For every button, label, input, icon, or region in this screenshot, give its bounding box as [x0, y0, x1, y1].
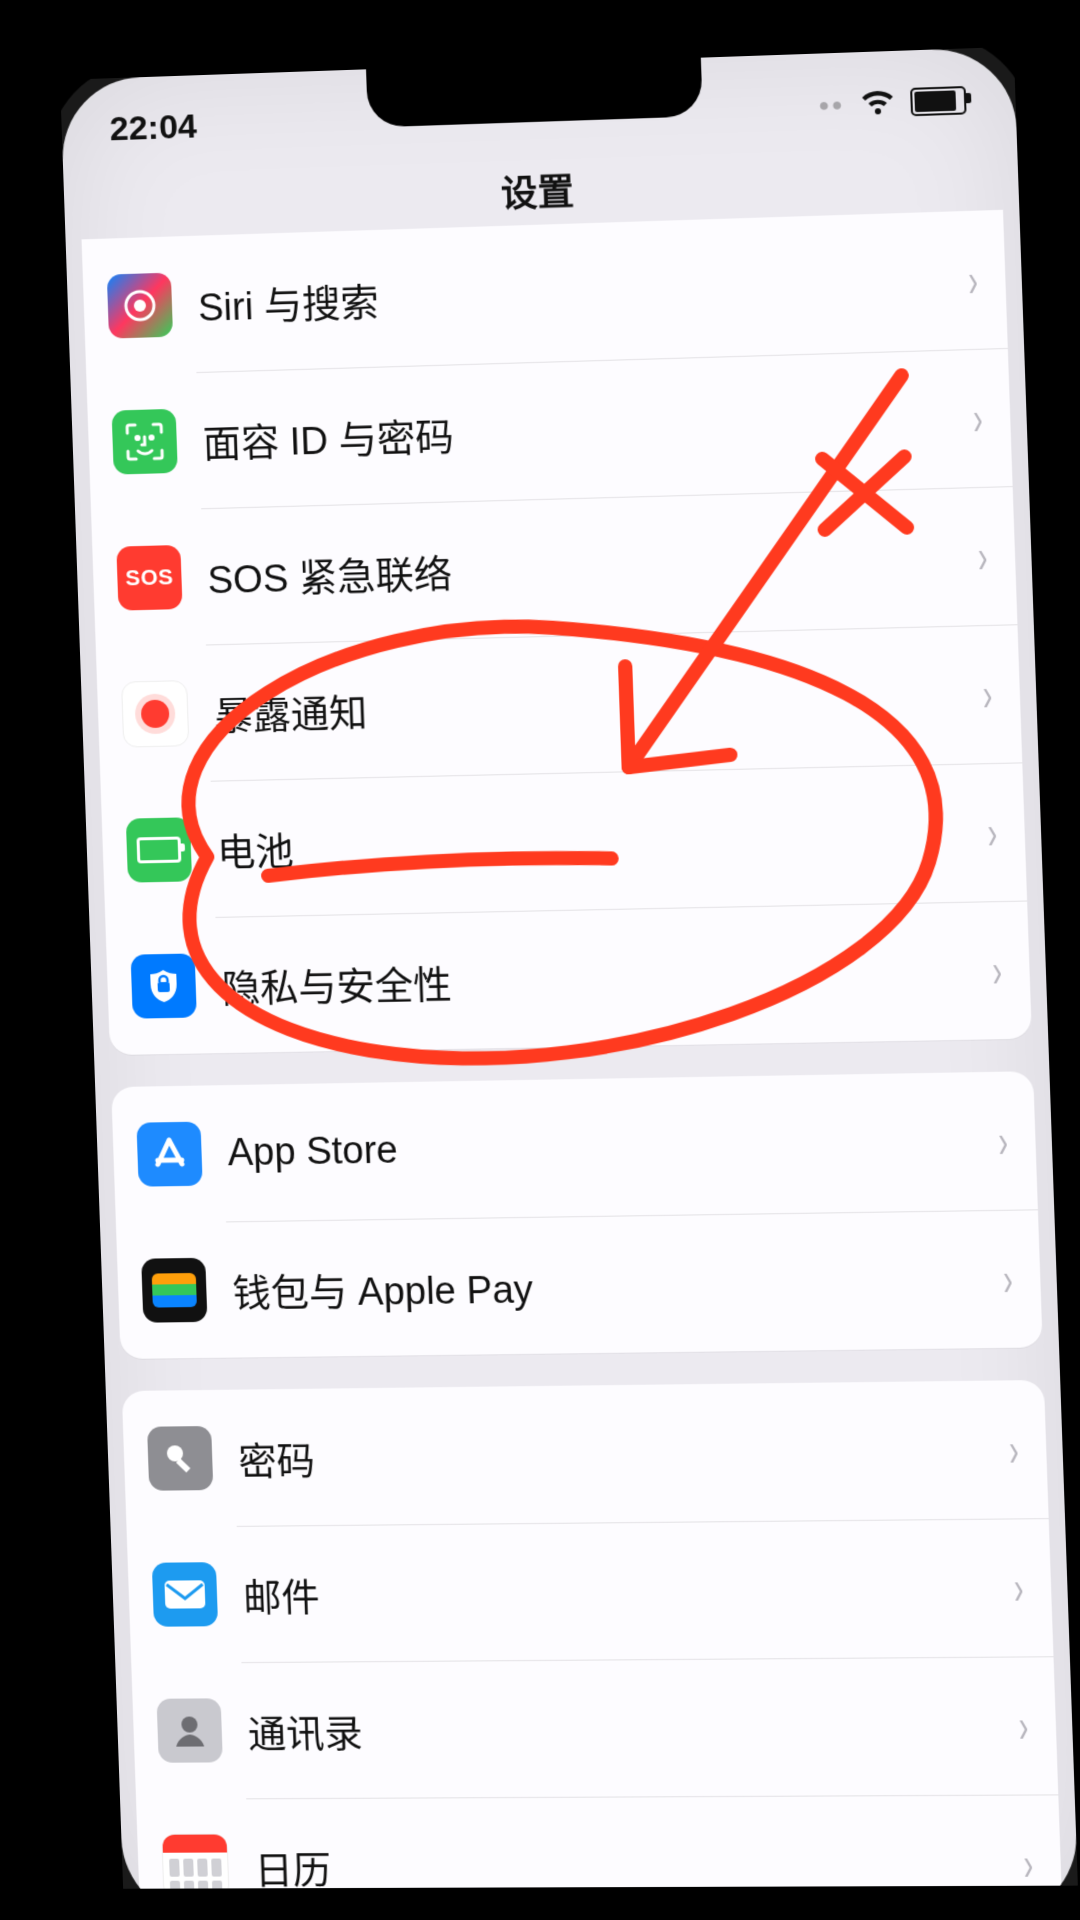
row-contacts[interactable]: 通讯录 ›	[131, 1656, 1058, 1799]
row-label: 通讯录	[247, 1698, 990, 1758]
row-label: Siri 与搜索	[197, 253, 939, 331]
chevron-right-icon: ›	[1022, 1840, 1033, 1887]
chevron-right-icon: ›	[967, 256, 978, 303]
contacts-icon	[157, 1698, 223, 1762]
settings-group: Siri 与搜索 › 面容 ID 与密码 › SOS SOS 紧急联络 ›	[82, 210, 1032, 1055]
passwords-icon	[147, 1426, 213, 1491]
chevron-right-icon: ›	[977, 533, 988, 580]
exposure-icon	[121, 680, 189, 748]
row-faceid[interactable]: 面容 ID 与密码 ›	[86, 348, 1012, 511]
chevron-right-icon: ›	[991, 947, 1002, 994]
row-passwords[interactable]: 密码 ›	[122, 1380, 1049, 1527]
row-label: 日历	[254, 1836, 995, 1894]
row-label: 暴露通知	[213, 667, 953, 740]
row-label: 面容 ID 与密码	[202, 391, 944, 468]
wallet-icon	[141, 1258, 207, 1323]
notch	[366, 58, 703, 128]
row-battery[interactable]: 电池 ›	[101, 762, 1028, 919]
row-exposure[interactable]: 暴露通知 ›	[96, 624, 1022, 783]
chevron-right-icon: ›	[1008, 1426, 1019, 1473]
status-time: 22:04	[109, 107, 197, 149]
row-privacy[interactable]: 隐私与安全性 ›	[105, 901, 1032, 1056]
settings-scroll[interactable]: Siri 与搜索 › 面容 ID 与密码 › SOS SOS 紧急联络 ›	[66, 209, 1079, 1919]
row-sos[interactable]: SOS SOS 紧急联络 ›	[91, 486, 1017, 647]
siri-icon	[107, 273, 173, 339]
chevron-right-icon: ›	[1002, 1255, 1013, 1302]
battery-icon	[910, 86, 967, 116]
row-label: SOS 紧急联络	[207, 529, 949, 604]
chevron-right-icon: ›	[1018, 1702, 1029, 1749]
settings-group: 密码 › 邮件 › 通讯录 ›	[122, 1380, 1078, 1919]
row-label: App Store	[227, 1120, 969, 1175]
sos-icon: SOS	[116, 545, 182, 611]
battery-icon	[126, 817, 192, 882]
row-label: 隐私与安全性	[221, 943, 963, 1013]
chevron-right-icon: ›	[972, 394, 983, 441]
privacy-icon	[131, 953, 197, 1018]
row-label: 钱包与 Apple Pay	[231, 1251, 973, 1317]
row-calendar[interactable]: 日历 ›	[136, 1794, 1063, 1918]
chevron-right-icon: ›	[997, 1117, 1008, 1164]
row-appstore[interactable]: App Store ›	[111, 1071, 1038, 1223]
cellular-icon: ●●	[818, 94, 845, 116]
appstore-icon	[136, 1122, 202, 1187]
row-wallet[interactable]: 钱包与 Apple Pay ›	[116, 1209, 1043, 1359]
wifi-icon	[859, 89, 897, 117]
chevron-right-icon: ›	[982, 671, 993, 718]
settings-group: App Store › 钱包与 Apple Pay ›	[111, 1071, 1043, 1359]
chevron-right-icon: ›	[1013, 1564, 1024, 1611]
status-right: ●●	[818, 86, 967, 119]
photo-stage: 22:04 ●● 设置 Siri 与搜索 ›	[0, 0, 1080, 1920]
chevron-right-icon: ›	[986, 809, 997, 856]
phone-frame: 22:04 ●● 设置 Siri 与搜索 ›	[60, 47, 1079, 1919]
row-mail[interactable]: 邮件 ›	[127, 1518, 1054, 1663]
row-label: 密码	[237, 1422, 980, 1485]
faceid-icon	[112, 409, 178, 475]
row-label: 电池	[216, 805, 958, 876]
row-label: 邮件	[242, 1560, 985, 1622]
calendar-icon	[161, 1833, 229, 1899]
row-siri[interactable]: Siri 与搜索 ›	[82, 210, 1008, 376]
mail-icon	[152, 1562, 218, 1627]
